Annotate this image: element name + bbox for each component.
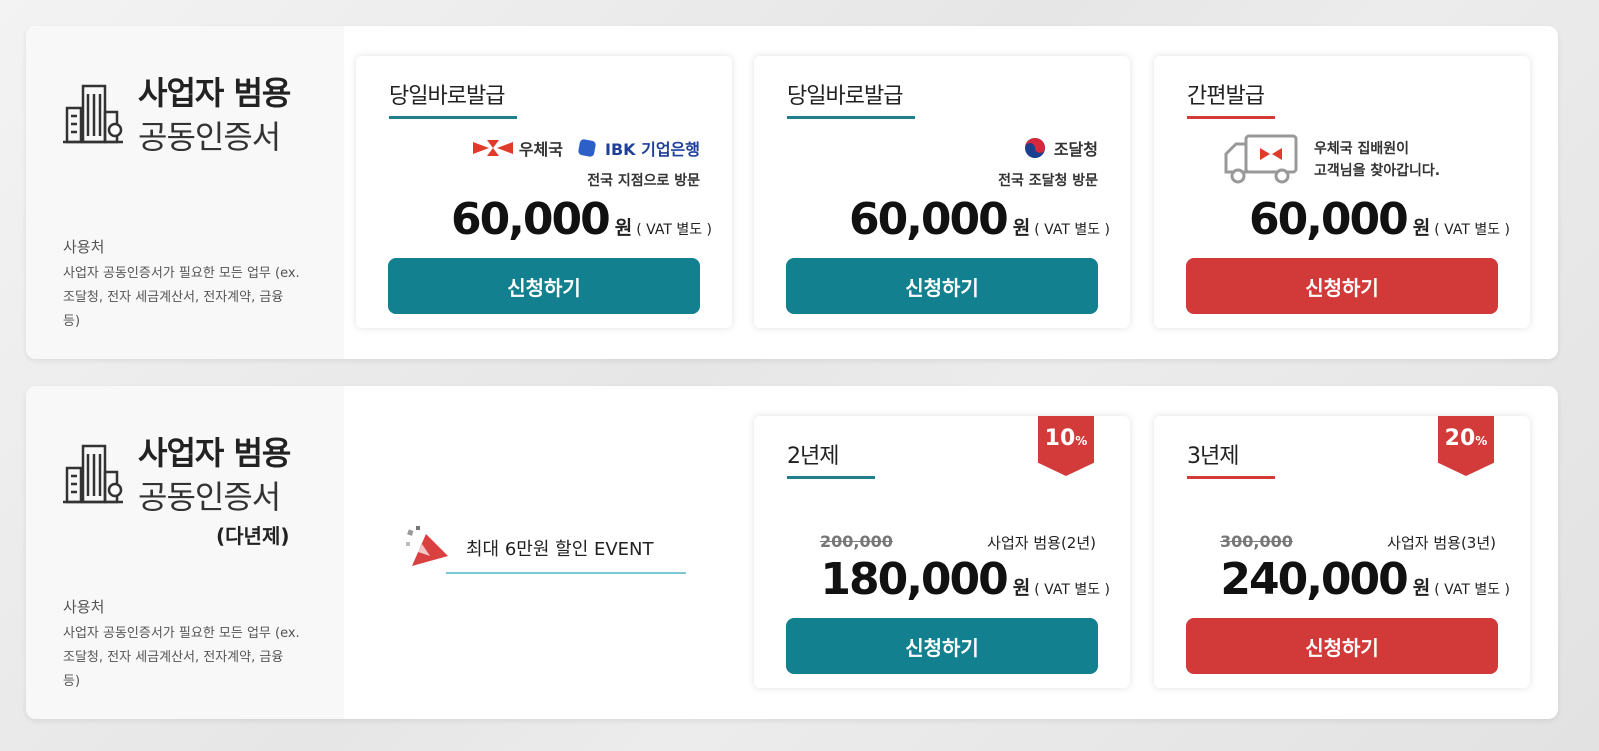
price: 180,000 원 ( VAT 별도 ) [820,554,1110,605]
product-info: 사업자 범용 공동인증서 사용처 사업자 공동인증서가 필요한 모든 업무 (e… [26,26,344,359]
vat-note: ( VAT 별도 ) [636,222,712,238]
product-desc: 사업자 범용(3년) [1387,534,1496,552]
card-title: 간편발급 [1187,84,1265,109]
product-info: 사업자 범용 공동인증서 (다년제) 사용처 사업자 공동인증서가 필요한 모든… [26,386,344,719]
price: 60,000 원 ( VAT 별도 ) [1249,194,1510,245]
card-title: 3년제 [1187,444,1239,469]
card-2-year: 2년제 10% 200,000 사업자 범용(2년) 180,000 원 ( V… [754,416,1130,688]
title-underline [787,116,915,119]
card-easy-delivery: 간편발급 우체국 집배원이 고객님을 찾아갑니다. 60,000 원 ( VAT… [1154,56,1530,328]
title-line2: 공동인증서 [138,478,281,516]
visit-info: 전국 지점으로 방문 [587,173,700,189]
usage-heading: 사용처 [63,238,105,256]
price-currency: 원 [1412,577,1431,599]
vat-note: ( VAT 별도 ) [1434,222,1510,238]
price-currency: 원 [1012,577,1031,599]
ibk-logo: IBK 기업은행 [577,136,700,160]
post-office-logo: 우체국 [472,136,563,160]
single-year-panel: 사업자 범용 공동인증서 사용처 사업자 공동인증서가 필요한 모든 업무 (e… [26,26,1558,359]
delivery-message: 우체국 집배원이 고객님을 찾아갑니다. [1314,138,1440,182]
pps-label: 조달청 [1053,140,1098,159]
apply-button[interactable]: 신청하기 [786,258,1098,314]
badge-value: 20 [1444,426,1476,451]
card-same-day-pps: 당일바로발급 조달청 전국 조달청 방문 60,000 원 ( VAT 별도 )… [754,56,1130,328]
card-3-year: 3년제 20% 300,000 사업자 범용(3년) 240,000 원 ( V… [1154,416,1530,688]
usage-text: 사업자 공동인증서가 필요한 모든 업무 (ex.조달청, 전자 세금계산서, … [63,266,300,329]
building-icon [63,444,123,504]
price: 240,000 원 ( VAT 별도 ) [1220,554,1510,605]
original-price: 300,000 [1220,532,1293,551]
delivery-truck-icon [1224,134,1298,184]
title-line1: 사업자 범용 [138,434,291,472]
price-currency: 원 [614,217,633,239]
ibk-icon [578,139,596,157]
apply-button[interactable]: 신청하기 [786,618,1098,674]
title-line1: 사업자 범용 [138,74,291,112]
post-office-icon [472,140,513,156]
price-amount: 60,000 [450,194,611,245]
price: 60,000 원 ( VAT 별도 ) [451,194,712,245]
vat-note: ( VAT 별도 ) [1034,582,1110,598]
apply-button[interactable]: 신청하기 [1186,258,1498,314]
message-line1: 우체국 집배원이 [1314,141,1410,157]
apply-button[interactable]: 신청하기 [388,258,700,314]
partner-logos: 조달청 [1024,136,1098,160]
card-same-day-post-ibk: 당일바로발급 우체국 IBK 기업은행 전국 지점으로 방문 60,000 원 … [356,56,732,328]
usage-text: 사업자 공동인증서가 필요한 모든 업무 (ex.조달청, 전자 세금계산서, … [63,626,300,689]
discount-badge: 10% [1038,416,1094,476]
title-underline [1187,476,1275,479]
card-title: 당일바로발급 [787,84,903,109]
card-title: 당일바로발급 [389,84,505,109]
title-underline [787,476,875,479]
title-line3: (다년제) [216,524,290,548]
message-line2: 고객님을 찾아갑니다. [1314,163,1441,179]
post-office-label: 우체국 [518,140,563,159]
usage-heading: 사용처 [63,598,105,616]
apply-button[interactable]: 신청하기 [1186,618,1498,674]
pps-logo: 조달청 [1024,136,1098,160]
price-amount: 60,000 [848,194,1009,245]
badge-value: 10 [1044,426,1076,451]
card-title: 2년제 [787,444,839,469]
badge-unit: % [1475,434,1488,448]
visit-info: 전국 조달청 방문 [998,173,1098,189]
price: 60,000 원 ( VAT 별도 ) [849,194,1110,245]
price-currency: 원 [1012,217,1031,239]
title-underline [389,116,517,119]
badge-unit: % [1075,434,1088,448]
original-price: 200,000 [820,532,893,551]
taegeuk-icon [1024,138,1045,158]
ibk-label: IBK 기업은행 [605,140,700,159]
vat-note: ( VAT 별도 ) [1434,582,1510,598]
title-line2: 공동인증서 [138,118,281,156]
event-underline [446,572,686,574]
title-underline [1187,116,1275,119]
price-currency: 원 [1412,217,1431,239]
price-amount: 60,000 [1248,194,1409,245]
price-amount: 240,000 [1220,554,1408,605]
multi-year-panel: 사업자 범용 공동인증서 (다년제) 사용처 사업자 공동인증서가 필요한 모든… [26,386,1558,719]
discount-badge: 20% [1438,416,1494,476]
partner-logos: 우체국 IBK 기업은행 [472,136,700,160]
product-desc: 사업자 범용(2년) [987,534,1096,552]
building-icon [63,84,123,144]
price-amount: 180,000 [820,554,1008,605]
discount-event: 최대 6만원 할인 EVENT [406,526,654,570]
party-popper-icon [406,526,448,566]
vat-note: ( VAT 별도 ) [1034,222,1110,238]
event-text: 최대 6만원 할인 EVENT [466,539,654,560]
